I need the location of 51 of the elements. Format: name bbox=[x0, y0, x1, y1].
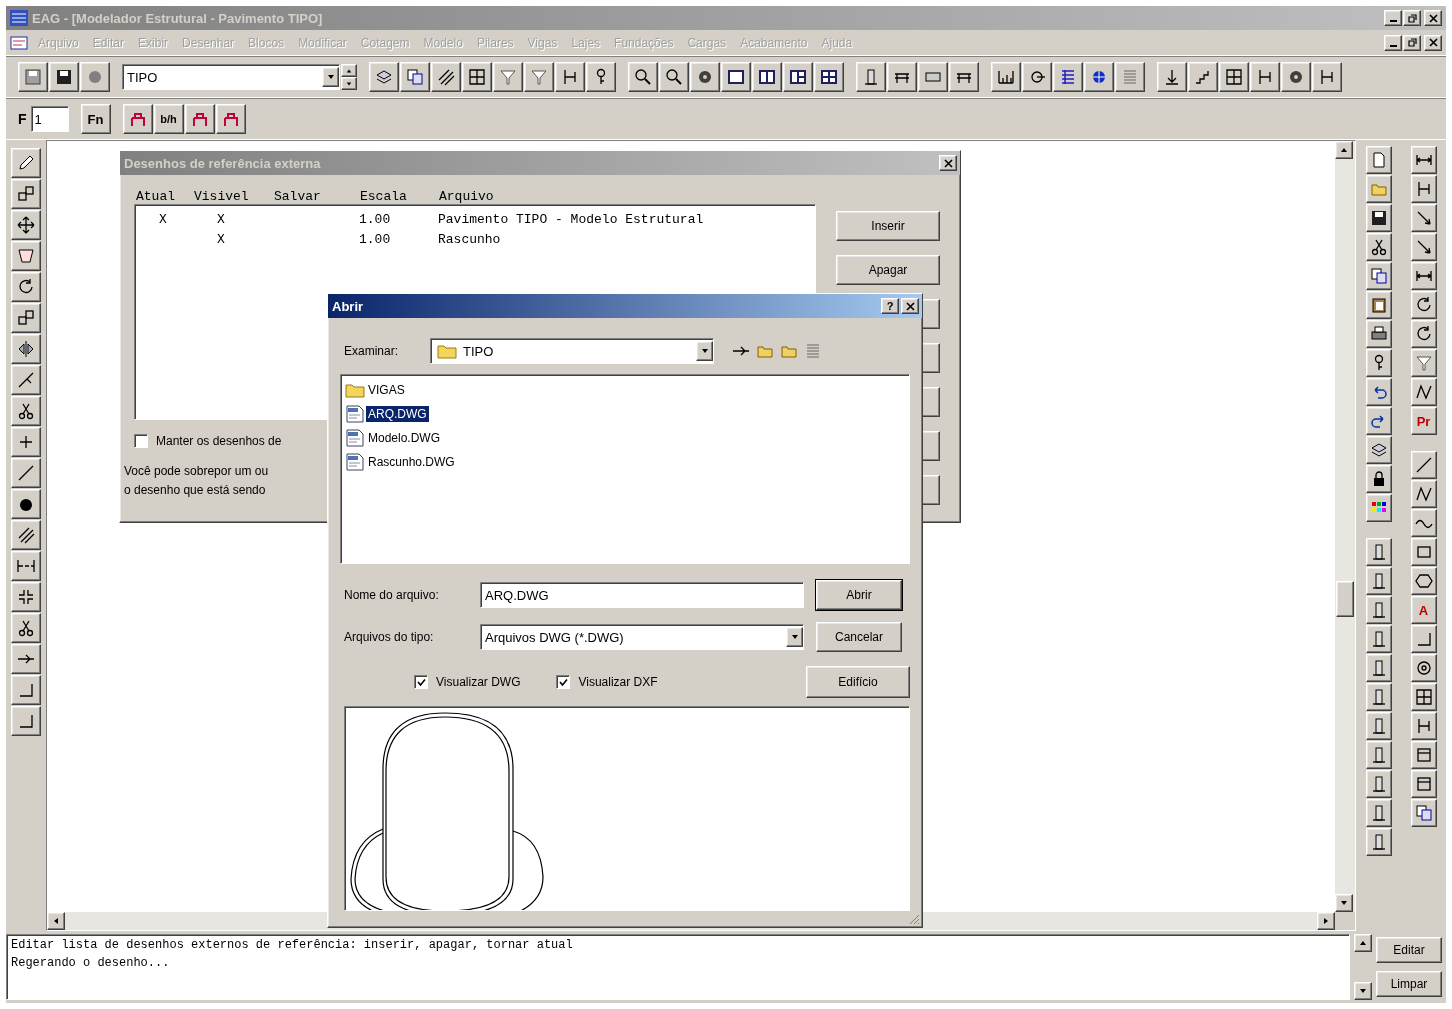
dialog-button[interactable]: Inserir bbox=[836, 211, 940, 241]
log-line: Editar lista de desenhos externos de referência: inserir, apagar, tornar atual bbox=[11, 938, 574, 952]
floor-input[interactable]: 1 bbox=[30, 106, 69, 132]
open-button[interactable]: Abrir bbox=[816, 580, 902, 610]
file-type-value: Arquivos DWG (*.DWG) bbox=[485, 629, 625, 645]
help-button[interactable]: ? bbox=[881, 298, 899, 314]
fn-button[interactable]: Fn bbox=[80, 104, 111, 134]
file-item[interactable]: ARQ.DWG bbox=[366, 406, 429, 422]
field-label: Nome do arquivo: bbox=[343, 588, 440, 602]
column-header: Arquivo bbox=[439, 189, 495, 204]
info-text: o desenho que está sendo bbox=[124, 482, 267, 499]
checkbox-label: Visualizar DWG bbox=[436, 675, 521, 689]
text-tool-button[interactable]: Pr bbox=[1410, 407, 1437, 435]
checkbox-label: Visualizar DXF bbox=[578, 675, 658, 689]
column-header: Visivel bbox=[194, 189, 250, 204]
column-header: Atual bbox=[136, 189, 176, 204]
file-item[interactable]: Rascunho.DWG bbox=[366, 454, 457, 470]
checkbox-label: Manter os desenhos de bbox=[156, 434, 282, 448]
file-item[interactable]: VIGAS bbox=[366, 382, 407, 398]
look-in-label: Examinar: bbox=[343, 344, 400, 358]
file-type-select[interactable]: Arquivos DWG (*.DWG) bbox=[480, 624, 804, 650]
table-cell-text: X bbox=[158, 211, 168, 227]
dialog-button[interactable]: Apagar bbox=[836, 255, 940, 285]
column-header: Escala bbox=[360, 189, 408, 204]
text-tool-button[interactable]: A bbox=[1410, 596, 1437, 624]
field-label: Arquivos do tipo: bbox=[343, 630, 435, 644]
table-cell-text: 1.00 bbox=[359, 231, 392, 247]
building-button[interactable]: Edifício bbox=[806, 666, 910, 698]
file-name-field[interactable]: ARQ.DWG bbox=[480, 582, 804, 608]
table-cell-text: X bbox=[216, 211, 226, 227]
table-cell-text: 1.00 bbox=[359, 211, 392, 227]
file-list[interactable]: VIGAS ARQ.DWG Modelo.DWG Rascunho.DWG bbox=[340, 374, 910, 564]
table-cell-text: Pavimento TIPO - Modelo Estrutural bbox=[438, 211, 705, 227]
look-in-value: TIPO bbox=[463, 343, 495, 359]
bh-button[interactable]: b/h bbox=[153, 104, 184, 134]
floor-label: F bbox=[18, 111, 27, 127]
log-line: Regerando o desenho... bbox=[11, 956, 171, 970]
dialog-title: Abrir bbox=[332, 298, 365, 314]
table-cell-text: X bbox=[216, 231, 226, 247]
cancel-button[interactable]: Cancelar bbox=[816, 622, 902, 652]
table-cell-text: Rascunho bbox=[438, 231, 502, 247]
log-button[interactable]: Limpar bbox=[1376, 971, 1442, 997]
window-title: EAG - [Modelador Estrutural - Pavimento TIPO] bbox=[32, 10, 324, 26]
pavement-select[interactable]: TIPO bbox=[122, 64, 340, 90]
pavement-value: TIPO bbox=[127, 69, 159, 85]
look-in-select[interactable]: TIPO bbox=[430, 338, 714, 364]
info-text: Você pode sobrepor um ou bbox=[124, 463, 270, 480]
log-button[interactable]: Editar bbox=[1376, 937, 1442, 963]
file-item[interactable]: Modelo.DWG bbox=[366, 430, 443, 446]
column-header: Salvar bbox=[274, 189, 322, 204]
dialog-title: Desenhos de referência externa bbox=[124, 155, 322, 171]
